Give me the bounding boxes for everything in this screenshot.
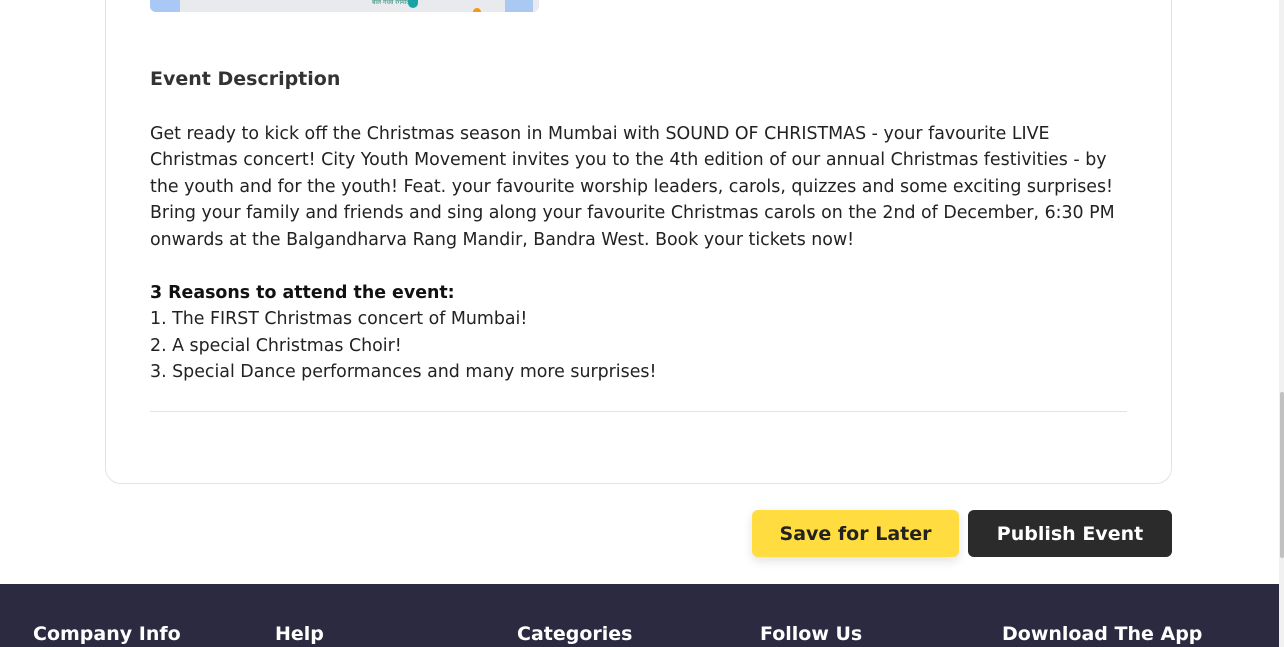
map-water	[505, 0, 533, 12]
footer-heading-company-info: Company Info	[33, 623, 181, 645]
footer-heading-categories: Categories	[517, 623, 633, 645]
site-footer: Company Info Help Categories Follow Us D…	[0, 584, 1279, 647]
page: बाल गंधर्व रंगमंदिर Event Description Ge…	[0, 0, 1284, 647]
reasons-list: 3 Reasons to attend the event: 1. The FI…	[150, 280, 1125, 386]
map-marker-icon	[473, 8, 481, 12]
scrollbar-thumb[interactable]	[1280, 392, 1284, 558]
divider	[150, 411, 1127, 412]
map-place-label: बाल गंधर्व रंगमंदिर	[372, 0, 412, 6]
reason-item: 2. A special Christmas Choir!	[150, 335, 402, 356]
publish-event-button[interactable]: Publish Event	[968, 510, 1172, 557]
map-water	[150, 0, 180, 12]
page-scrollbar[interactable]	[1279, 0, 1284, 647]
event-description-title: Event Description	[150, 68, 341, 90]
footer-heading-help: Help	[275, 623, 324, 645]
footer-heading-download-app: Download The App	[1002, 623, 1203, 645]
reason-item: 1. The FIRST Christmas concert of Mumbai…	[150, 309, 528, 330]
reasons-heading: 3 Reasons to attend the event:	[150, 283, 455, 303]
event-location-map[interactable]: बाल गंधर्व रंगमंदिर	[150, 0, 539, 12]
save-for-later-button[interactable]: Save for Later	[752, 510, 959, 557]
map-pin-icon[interactable]	[408, 0, 418, 8]
event-description-text: Get ready to kick off the Christmas seas…	[150, 124, 1115, 250]
reason-item: 3. Special Dance performances and many m…	[150, 362, 657, 383]
footer-heading-follow-us: Follow Us	[760, 623, 863, 645]
